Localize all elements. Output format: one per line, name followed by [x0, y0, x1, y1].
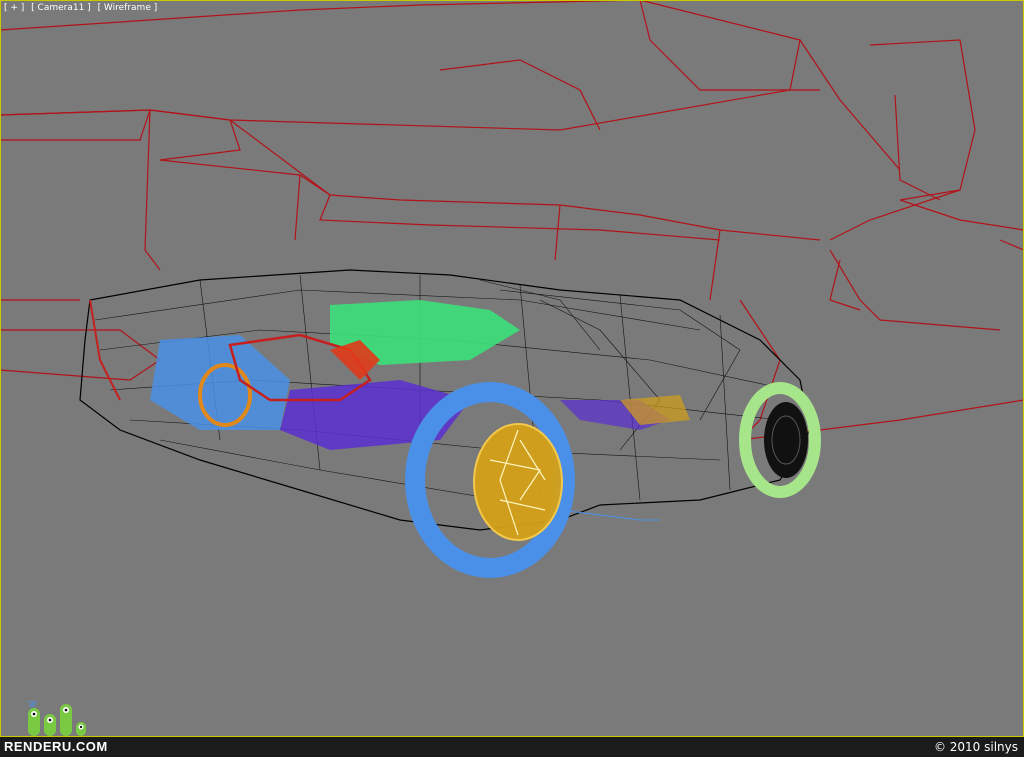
front-right-wheel [739, 382, 821, 498]
rear-right-wheel [405, 382, 575, 578]
viewport-label[interactable]: [ + ] [ Camera11 ] [ Wireframe ] [4, 3, 161, 13]
camera-label[interactable]: [ Camera11 ] [31, 3, 91, 13]
car-wireframe [79, 269, 821, 578]
brand-logo-text[interactable]: RENDERU.COM [4, 739, 108, 754]
viewport-camera11[interactable]: [ + ] [ Camera11 ] [ Wireframe ] [0, 0, 1024, 737]
backdrop-wireframe [0, 0, 1024, 441]
copyright-text: © 2010 silnys [933, 740, 1018, 754]
renderu-mascot-icon [28, 701, 86, 736]
footer-bar: RENDERU.COM © 2010 silnys [0, 737, 1024, 757]
viewport-menu-button[interactable]: [ + ] [4, 3, 24, 13]
shading-mode-label[interactable]: [ Wireframe ] [98, 3, 158, 13]
rear-panel [150, 335, 290, 430]
wireframe-scene [0, 0, 1024, 578]
